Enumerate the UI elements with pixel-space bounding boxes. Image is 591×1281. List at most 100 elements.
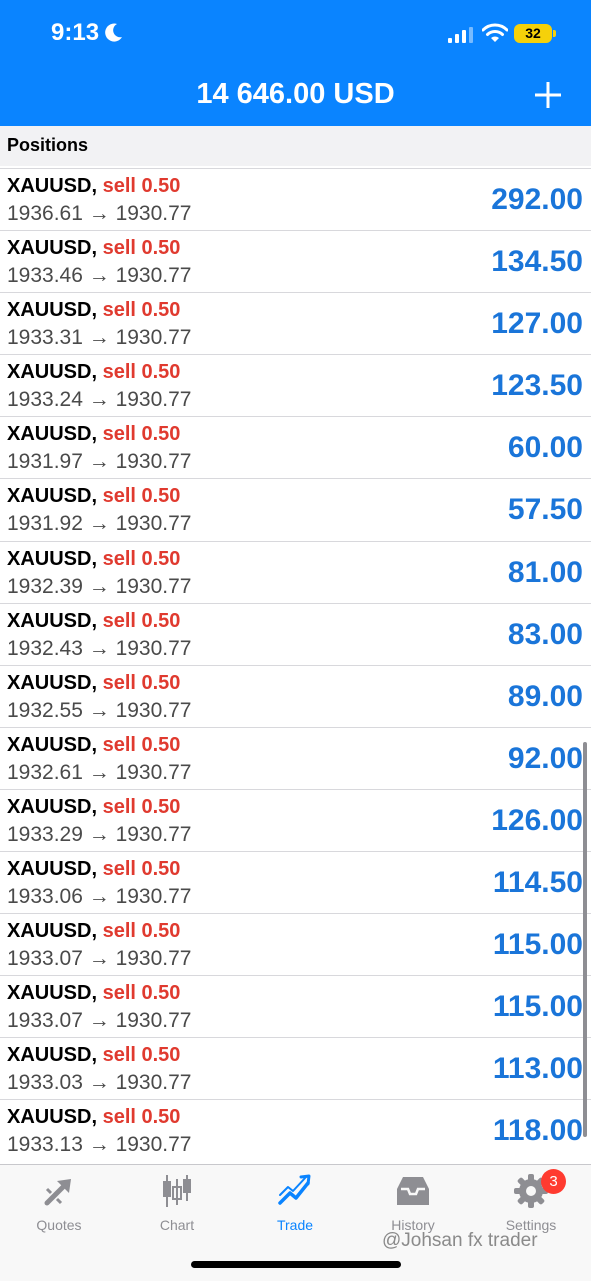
symbol-label: XAUUSD, xyxy=(7,547,98,570)
position-profit: 89.00 xyxy=(507,679,583,713)
open-current-prices: 1933.46 → 1930.77 xyxy=(7,264,192,288)
position-profit: 126.00 xyxy=(491,803,583,837)
symbol-label: XAUUSD, xyxy=(7,485,98,508)
side-volume: sell 0.50 xyxy=(102,982,181,1005)
quotes-icon xyxy=(44,1179,71,1206)
side-volume: sell 0.50 xyxy=(102,237,181,260)
section-header: Positions xyxy=(0,126,591,166)
side-volume: sell 0.50 xyxy=(102,547,181,570)
position-profit: 123.50 xyxy=(491,369,583,403)
watermark: @Johsan fx trader xyxy=(382,1230,538,1251)
side-volume: sell 0.50 xyxy=(102,1044,181,1067)
open-current-prices: 1933.06 → 1930.77 xyxy=(7,885,192,909)
position-row[interactable]: XAUUSD, sell 0.50 1933.46 → 1930.77 134.50 xyxy=(0,230,591,292)
position-symbol: XAUUSD, sell 0.50 xyxy=(7,610,180,633)
position-symbol: XAUUSD, sell 0.50 xyxy=(7,175,180,198)
trade-icon xyxy=(278,1174,311,1205)
open-current-prices: 1931.92 → 1930.77 xyxy=(7,512,192,536)
side-volume: sell 0.50 xyxy=(102,733,181,756)
position-row[interactable]: XAUUSD, sell 0.50 1933.13 → 1930.77 118.00 xyxy=(0,1099,591,1161)
side-volume: sell 0.50 xyxy=(102,609,181,632)
position-profit: 115.00 xyxy=(492,990,583,1024)
position-symbol: XAUUSD, sell 0.50 xyxy=(7,734,180,757)
status-time: 9:13 xyxy=(51,19,100,46)
symbol-label: XAUUSD, xyxy=(7,299,98,322)
position-row[interactable]: XAUUSD, sell 0.50 1932.61 → 1930.77 92.00 xyxy=(0,726,591,789)
symbol-label: XAUUSD, xyxy=(7,1044,98,1067)
symbol-label: XAUUSD, xyxy=(7,175,98,197)
position-profit: 127.00 xyxy=(491,307,583,341)
open-current-prices: 1933.07 → 1930.77 xyxy=(7,1009,192,1033)
position-row[interactable]: XAUUSD, sell 0.50 1933.03 → 1930.77 113.00 xyxy=(0,1037,591,1099)
tab-quotes[interactable]: Quotes xyxy=(0,1165,118,1245)
side-volume: sell 0.50 xyxy=(102,920,181,943)
position-profit: 115.00 xyxy=(492,928,583,962)
position-profit: 83.00 xyxy=(507,617,583,651)
tab-trade[interactable]: Trade xyxy=(236,1165,354,1245)
side-volume: sell 0.50 xyxy=(102,858,181,881)
position-row[interactable]: XAUUSD, sell 0.50 1933.24 → 1930.77 123.50 xyxy=(0,354,591,416)
candlestick-icon xyxy=(163,1175,191,1207)
position-row[interactable]: XAUUSD, sell 0.50 1932.43 → 1930.77 83.00 xyxy=(0,602,591,665)
tab-label: Quotes xyxy=(36,1217,82,1233)
side-volume: sell 0.50 xyxy=(102,361,181,384)
open-current-prices: 1931.97 → 1930.77 xyxy=(7,450,192,474)
position-profit: 134.50 xyxy=(491,245,583,279)
symbol-label: XAUUSD, xyxy=(7,858,98,881)
position-row[interactable]: XAUUSD, sell 0.50 1932.39 → 1930.77 81.00 xyxy=(0,540,591,603)
plus-icon[interactable] xyxy=(531,78,565,112)
scrollbar[interactable] xyxy=(583,742,587,1137)
position-row[interactable]: XAUUSD, sell 0.50 1933.07 → 1930.77 115.00 xyxy=(0,913,591,975)
symbol-label: XAUUSD, xyxy=(7,795,98,818)
position-profit: 114.50 xyxy=(492,866,583,900)
position-row[interactable]: XAUUSD, sell 0.50 1933.31 → 1930.77 127.00 xyxy=(0,292,591,354)
position-symbol: XAUUSD, sell 0.50 xyxy=(7,982,180,1005)
position-symbol: XAUUSD, sell 0.50 xyxy=(7,1044,180,1067)
position-row[interactable]: XAUUSD, sell 0.50 1932.55 → 1930.77 89.00 xyxy=(0,664,591,727)
symbol-label: XAUUSD, xyxy=(7,1106,98,1129)
symbol-label: XAUUSD, xyxy=(7,920,98,943)
side-volume: sell 0.50 xyxy=(102,795,181,818)
symbol-label: XAUUSD, xyxy=(7,423,98,446)
open-current-prices: 1933.29 → 1930.77 xyxy=(7,822,192,846)
position-profit: 292.00 xyxy=(491,183,583,216)
open-current-prices: 1932.61 → 1930.77 xyxy=(7,760,192,784)
position-profit: 113.00 xyxy=(492,1052,583,1086)
open-current-prices: 1933.24 → 1930.77 xyxy=(7,388,192,412)
position-symbol: XAUUSD, sell 0.50 xyxy=(7,423,180,446)
position-profit: 60.00 xyxy=(507,431,583,465)
position-symbol: XAUUSD, sell 0.50 xyxy=(7,920,180,943)
positions-list: XAUUSD, sell 0.50 1936.61 → 1930.77 292.00… xyxy=(0,168,591,1162)
position-profit: 57.50 xyxy=(507,493,583,527)
battery-tip xyxy=(553,30,556,37)
side-volume: sell 0.50 xyxy=(102,299,181,322)
tab-chart[interactable]: Chart xyxy=(118,1165,236,1245)
position-row[interactable]: XAUUSD, sell 0.50 1933.07 → 1930.77 115.00 xyxy=(0,975,591,1037)
position-row[interactable]: XAUUSD, sell 0.50 1933.29 → 1930.77 126.00 xyxy=(0,788,591,851)
position-symbol: XAUUSD, sell 0.50 xyxy=(7,485,180,508)
moon-icon xyxy=(105,23,122,42)
position-symbol: XAUUSD, sell 0.50 xyxy=(7,1106,180,1129)
open-current-prices: 1932.43 → 1930.77 xyxy=(7,636,192,660)
settings-badge: 3 xyxy=(541,1169,566,1194)
position-profit: 92.00 xyxy=(507,741,583,775)
side-volume: sell 0.50 xyxy=(102,423,181,446)
position-row[interactable]: XAUUSD, sell 0.50 1936.61 → 1930.77 292.00 xyxy=(0,168,591,230)
position-symbol: XAUUSD, sell 0.50 xyxy=(7,548,180,571)
position-symbol: XAUUSD, sell 0.50 xyxy=(7,858,180,881)
section-title: Positions xyxy=(7,135,89,155)
home-indicator xyxy=(191,1261,401,1268)
open-current-prices: 1933.31 → 1930.77 xyxy=(7,326,192,350)
symbol-label: XAUUSD, xyxy=(7,361,98,384)
top-bar: 9:13 32 14 646.00 USD xyxy=(0,0,591,126)
position-row[interactable]: XAUUSD, sell 0.50 1933.06 → 1930.77 114.50 xyxy=(0,851,591,913)
side-volume: sell 0.50 xyxy=(102,1106,181,1129)
position-symbol: XAUUSD, sell 0.50 xyxy=(7,796,180,819)
symbol-label: XAUUSD, xyxy=(7,609,98,632)
position-row[interactable]: XAUUSD, sell 0.50 1931.97 → 1930.77 60.00 xyxy=(0,416,591,478)
position-row[interactable]: XAUUSD, sell 0.50 1931.92 → 1930.77 57.50 xyxy=(0,478,591,540)
position-symbol: XAUUSD, sell 0.50 xyxy=(7,299,180,322)
open-current-prices: 1933.13 → 1930.77 xyxy=(7,1133,192,1157)
tab-label: Chart xyxy=(159,1217,195,1233)
tab-label: Trade xyxy=(276,1217,314,1233)
